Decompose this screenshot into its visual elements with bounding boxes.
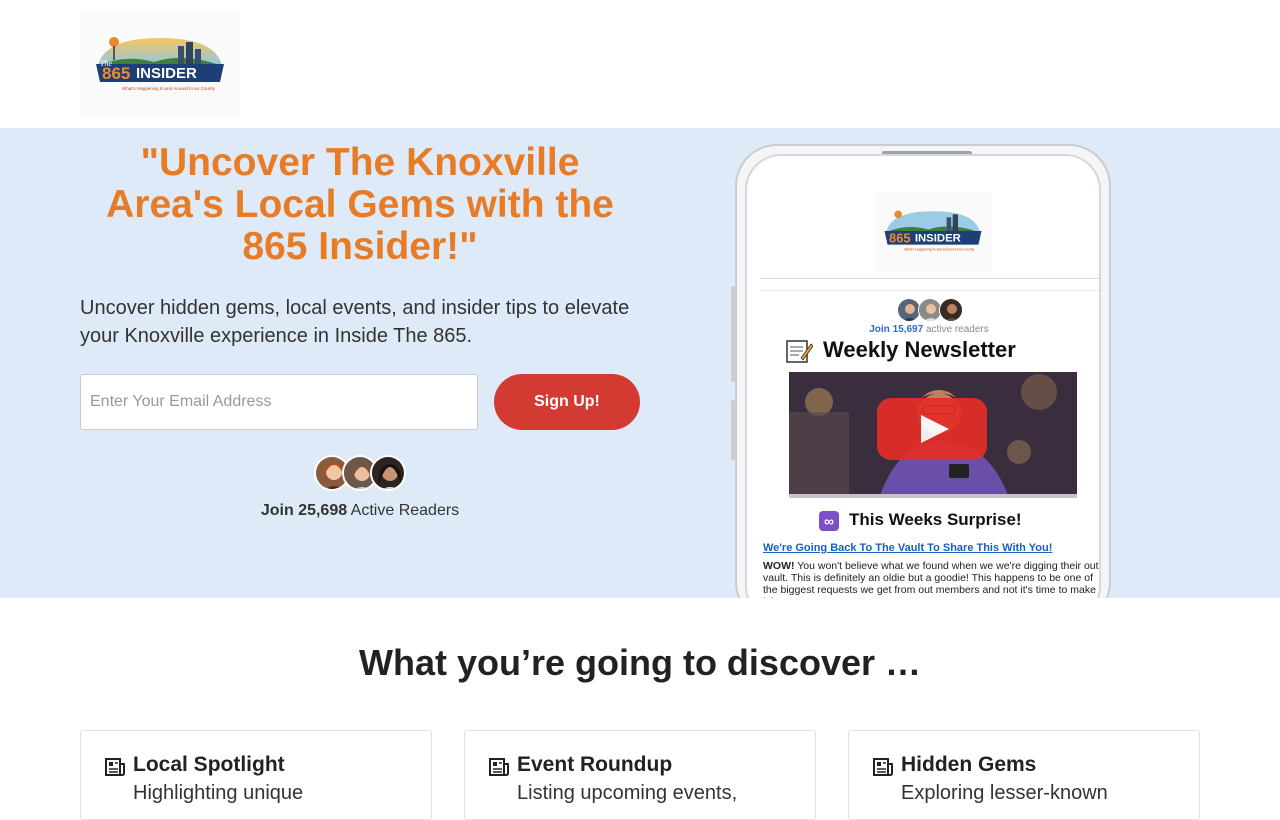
svg-text:The: The: [100, 59, 112, 68]
feature-card-event-roundup: Event Roundup Listing upcoming events,: [464, 730, 816, 820]
surprise-heading: ∞ This Weeks Surprise!: [819, 510, 1079, 531]
card-description: Listing upcoming events,: [517, 782, 738, 804]
preview-readers: Join 15,697 active readers: [761, 324, 1097, 335]
phone-mockup: 865 INSIDER What's Happening In and Arou…: [731, 144, 1111, 598]
preview-logo-box: 865 INSIDER What's Happening In and Arou…: [875, 192, 991, 272]
active-readers: Join 25,698 Active Readers: [80, 502, 640, 520]
reader-avatars: [314, 455, 406, 491]
surprise-title: This Weeks Surprise!: [849, 510, 1022, 529]
newsletter-preview: 865 INSIDER What's Happening In and Arou…: [761, 192, 1099, 598]
signup-button[interactable]: Sign Up!: [494, 374, 640, 430]
body-bold: WOW!: [763, 560, 795, 572]
preview-readers-count: 15,697: [892, 324, 924, 335]
discover-title: What you’re going to discover …: [358, 642, 922, 683]
body-text: You won't believe what we found when we …: [763, 560, 1099, 598]
preview-logo: 865 INSIDER What's Happening In and Arou…: [884, 210, 982, 252]
newsletter-heading: Weekly Newsletter: [785, 337, 1085, 369]
newsletter-title: Weekly Newsletter: [823, 337, 1016, 362]
card-title: Local Spotlight: [133, 753, 285, 776]
avatar: [370, 455, 406, 491]
svg-text:INSIDER: INSIDER: [915, 233, 961, 245]
card-title: Hidden Gems: [901, 753, 1037, 776]
svg-text:What's Happening In and Around: What's Happening In and Around Knox Coun…: [122, 86, 216, 91]
readers-suffix: Active Readers: [350, 502, 460, 519]
svg-text:What's Happening In and Around: What's Happening In and Around Knox Coun…: [904, 248, 974, 252]
newspaper-icon: [873, 758, 893, 776]
svg-text:865: 865: [889, 230, 910, 245]
divider: [761, 278, 1099, 279]
feature-card-local-spotlight: Local Spotlight Highlighting unique: [80, 730, 432, 820]
infinity-icon: ∞: [819, 510, 839, 531]
email-field[interactable]: [80, 374, 478, 430]
hero-section: "Uncover The Knoxville Area's Local Gems…: [0, 128, 1280, 598]
hero-title: "Uncover The Knoxville Area's Local Gems…: [106, 141, 614, 268]
readers-prefix: Join: [260, 502, 294, 519]
preview-body: WOW! You won't believe what we found whe…: [763, 560, 1099, 598]
site-header: 865 INSIDER The What's Happening In and …: [0, 0, 1280, 128]
preview-reader-avatars: [897, 298, 963, 322]
preview-readers-suffix: active readers: [925, 324, 989, 335]
phone-screen-frame: 865 INSIDER What's Happening In and Arou…: [745, 154, 1101, 598]
hero-subtitle: Uncover hidden gems, local events, and i…: [80, 297, 630, 347]
vault-link[interactable]: We're Going Back To The Vault To Share T…: [763, 542, 1099, 554]
svg-text:INSIDER: INSIDER: [136, 65, 197, 82]
avatar: [939, 298, 963, 322]
card-title: Event Roundup: [517, 753, 673, 776]
divider: [761, 290, 1099, 291]
preview-readers-prefix: Join: [869, 324, 890, 335]
readers-count: 25,698: [298, 502, 348, 519]
newspaper-icon: [105, 758, 125, 776]
card-description: Highlighting unique: [133, 782, 304, 804]
newspaper-icon: [489, 758, 509, 776]
feature-card-hidden-gems: Hidden Gems Exploring lesser-known: [848, 730, 1200, 820]
video-thumbnail[interactable]: [789, 372, 1077, 498]
site-logo: 865 INSIDER The What's Happening In and …: [96, 37, 224, 91]
card-description: Exploring lesser-known: [901, 782, 1108, 804]
play-icon[interactable]: [877, 398, 987, 460]
phone-side-button: [731, 400, 735, 460]
phone-side-button: [731, 286, 735, 382]
notepad-icon: [785, 338, 814, 364]
video-progress-bar: [789, 494, 1077, 498]
logo-link[interactable]: 865 INSIDER The What's Happening In and …: [80, 12, 240, 116]
